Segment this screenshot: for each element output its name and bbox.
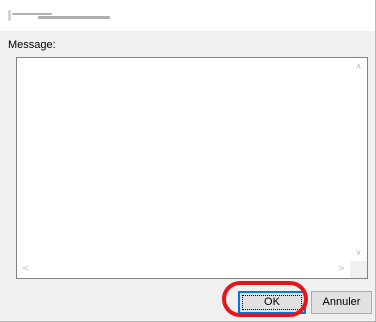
ok-button[interactable]: OK <box>238 291 306 314</box>
scroll-down-icon[interactable]: ∨ <box>353 249 364 258</box>
vertical-scrollbar[interactable]: ∧ ∨ <box>350 58 367 261</box>
title-bar <box>0 0 375 31</box>
blurred-title <box>8 10 110 21</box>
scroll-right-icon[interactable]: > <box>336 265 347 274</box>
focus-rectangle <box>242 295 302 310</box>
horizontal-scrollbar[interactable]: < > <box>17 261 350 278</box>
message-label: Message: <box>8 39 56 51</box>
message-dialog: Message: ∧ ∨ < > OK Annuler <box>0 0 376 322</box>
scroll-up-icon[interactable]: ∧ <box>353 63 364 72</box>
cancel-button[interactable]: Annuler <box>311 291 372 314</box>
scroll-left-icon[interactable]: < <box>20 265 31 274</box>
message-textarea[interactable]: ∧ ∨ < > <box>16 57 368 279</box>
scrollbar-corner <box>350 261 367 278</box>
